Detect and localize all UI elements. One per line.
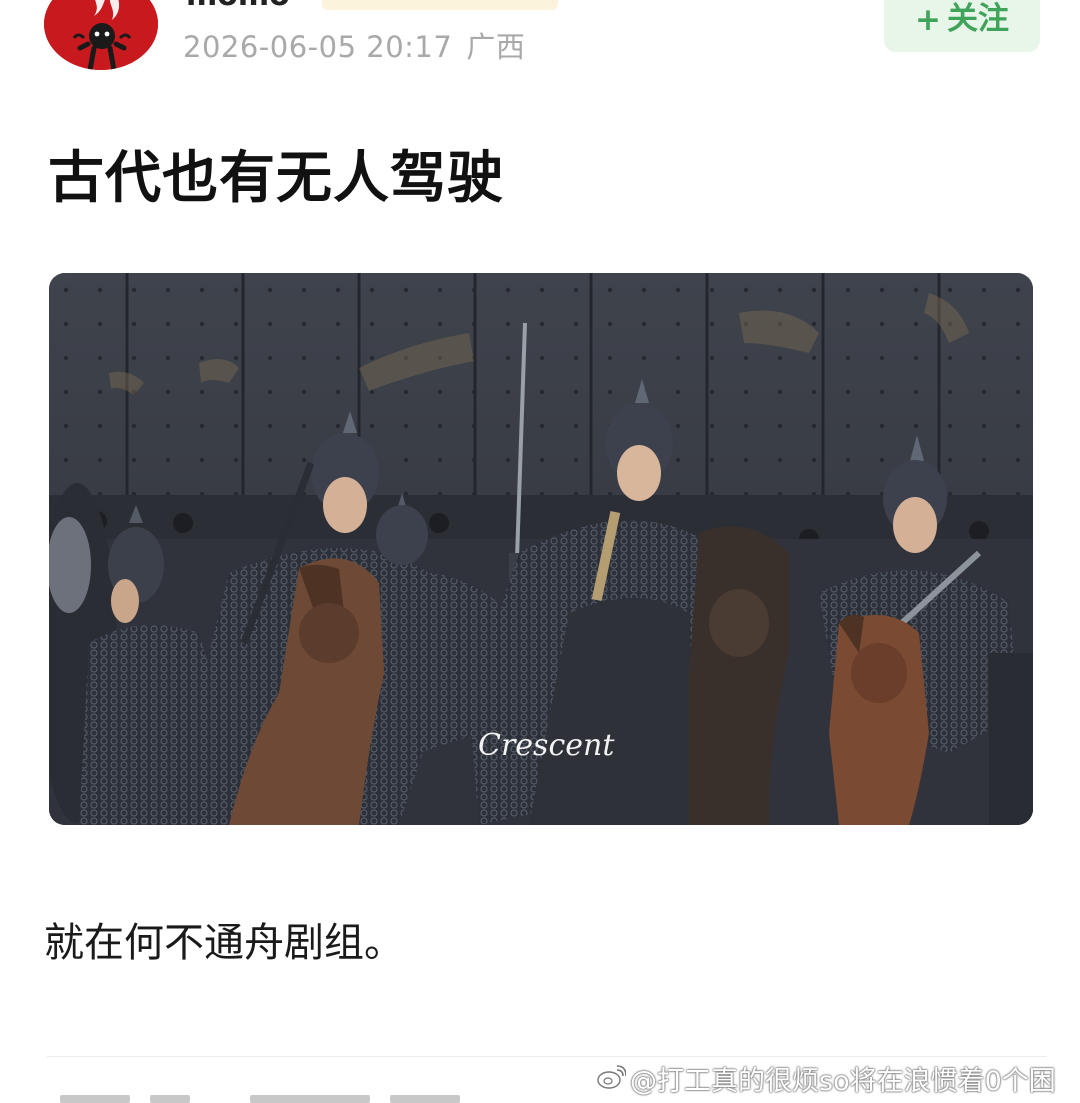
horse-3 [829, 615, 929, 825]
weibo-watermark: @打工真的很烦so将在浪惯着0个困 [596, 1058, 1056, 1098]
post-body-text: 就在何不通舟剧组。 [44, 920, 404, 966]
follow-button[interactable]: + 关注 [884, 0, 1040, 52]
plus-icon: + [915, 2, 941, 38]
follow-label: 关注 [946, 1, 1009, 37]
post-title: 古代也有无人驾驶 [48, 146, 504, 211]
next-row-cut [60, 1095, 500, 1103]
divider [47, 1056, 1047, 1057]
author-avatar[interactable] [44, 0, 158, 70]
post-meta: 2026-06-05 20:17 广西 [183, 24, 525, 66]
author-badge [322, 0, 558, 10]
post-location: 广西 [466, 30, 526, 64]
post-page: momo 2026-06-05 20:17 广西 + 关注 古代也有无人驾驶 [0, 0, 1080, 1103]
flame-figure-avatar-icon [44, 0, 158, 70]
weibo-logo-icon [597, 1065, 626, 1089]
image-watermark: Crescent [478, 728, 615, 763]
weibo-watermark-text: @打工真的很烦so将在浪惯着0个困 [630, 1065, 1056, 1097]
post-timestamp: 2026-06-05 20:17 [183, 30, 453, 64]
author-name[interactable]: momo [186, 0, 290, 13]
